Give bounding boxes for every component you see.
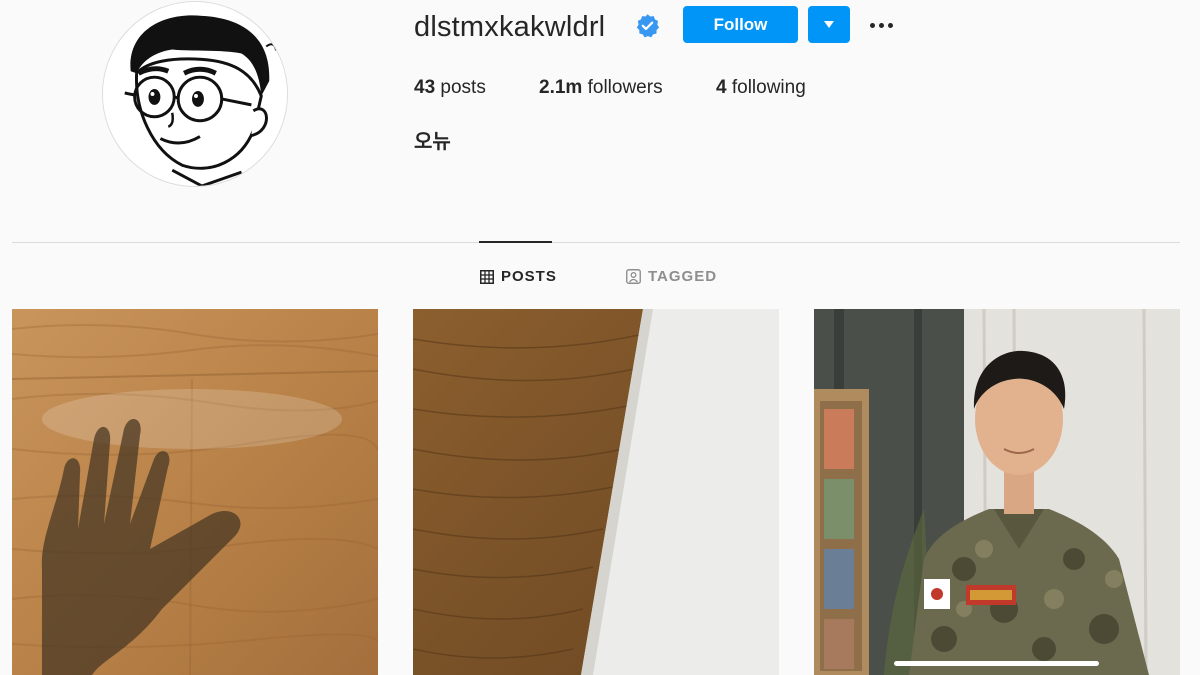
active-tab-indicator [479,241,552,243]
wood-and-paper-photo-icon [413,309,779,675]
post-thumbnail[interactable] [814,309,1180,675]
post-thumbnail[interactable] [12,309,378,675]
tabs-divider [12,242,1180,243]
suggested-accounts-dropdown-button[interactable] [808,6,850,43]
more-options-icon [869,22,875,28]
verified-badge-icon [636,14,660,38]
followers-link[interactable]: 2.1m followers [539,76,663,100]
avatar[interactable] [102,1,288,187]
grid-icon [480,269,494,284]
tab-posts[interactable]: POSTS [480,268,557,285]
tab-tagged[interactable]: TAGGED [626,268,717,285]
following-link[interactable]: 4 following [716,76,806,100]
posts-count: 43 posts [414,77,486,98]
follow-button[interactable]: Follow [683,6,798,43]
full-name: 오뉴 [414,129,451,153]
tab-posts-label: POSTS [501,268,557,285]
caret-down-icon [824,21,834,28]
post-thumbnail[interactable] [413,309,779,675]
cartoon-avatar-icon [103,2,287,186]
tab-tagged-label: TAGGED [648,268,718,285]
man-in-uniform-photo-icon [814,309,1180,675]
username: dlstmxkakwldrl [414,11,606,43]
profile-page: dlstmxkakwldrl Follow 43 posts 2.1m foll… [0,0,1200,675]
hand-shadow-on-wood-photo-icon [12,309,378,675]
tagged-icon [626,269,641,284]
more-options-button[interactable] [864,12,898,38]
